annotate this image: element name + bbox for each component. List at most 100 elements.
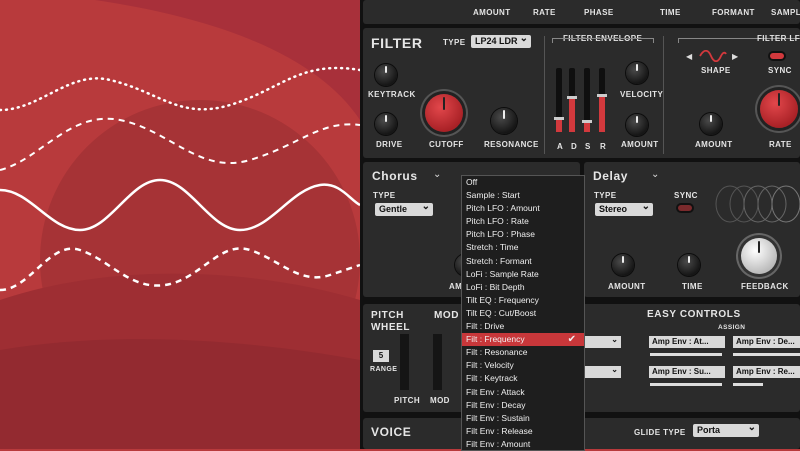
shape-next-icon[interactable]: ▶ [732, 52, 738, 61]
drive-label: DRIVE [376, 140, 403, 149]
menu-item-label: Filt : Resonance [466, 347, 528, 358]
easy-control-slider-4[interactable] [733, 383, 763, 386]
delay-amount-knob[interactable] [612, 254, 634, 276]
menu-item[interactable]: Filt Env : Sustain [462, 412, 584, 425]
release-slider[interactable] [597, 68, 607, 132]
menu-item[interactable]: Pitch LFO : Phase [462, 228, 584, 241]
lfo-rate-label: RATE [769, 140, 792, 149]
slider-label-r: R [600, 142, 607, 151]
sustain-slider[interactable] [582, 68, 592, 132]
menu-item-label: Filt : Velocity [466, 360, 514, 371]
chorus-type-select[interactable]: Gentle [375, 200, 433, 216]
easy-control-slot-4[interactable]: Amp Env : Re... [733, 366, 800, 378]
lfo-sync-label: SYNC [768, 66, 792, 75]
cutoff-knob[interactable] [425, 94, 463, 132]
easy-control-slider-3[interactable] [650, 383, 722, 386]
filter-divider [544, 36, 545, 154]
easy-control-slider-1[interactable] [650, 353, 722, 356]
delay-sync-toggle[interactable] [678, 205, 692, 211]
delay-title: Delay [593, 169, 629, 183]
mod-target-menu: Off Sample : Start Pitch LFO : Amount Pitch… [461, 175, 585, 451]
delay-amount-label: AMOUNT [608, 282, 646, 291]
menu-item[interactable]: Tilt EQ : Frequency [462, 294, 584, 307]
menu-item[interactable]: Pitch LFO : Amount [462, 202, 584, 215]
menu-item[interactable]: Filt : Frequency ✔ [462, 333, 584, 347]
chevron-down-icon: ⌄ [611, 365, 618, 374]
pitch-wheel[interactable] [400, 334, 409, 390]
delay-type-label: TYPE [594, 191, 617, 200]
top-label-amount: AMOUNT [473, 8, 511, 17]
delay-dropdown-icon[interactable]: ⌄ [651, 169, 659, 180]
mod-target-select-1[interactable]: ⌄ [581, 335, 621, 348]
top-label-time: TIME [660, 8, 681, 17]
menu-item-label: Tilt EQ : Frequency [466, 294, 539, 305]
filter-type-select[interactable]: LP24 LDR [471, 32, 531, 48]
slider-label-s: S [585, 142, 591, 151]
shape-prev-icon[interactable]: ◀ [686, 52, 692, 61]
menu-item[interactable]: Pitch LFO : Rate [462, 215, 584, 228]
menu-item[interactable]: Filt Env : Amount [462, 438, 584, 450]
slider-label-d: D [571, 142, 578, 151]
resonance-label: RESONANCE [484, 140, 539, 149]
delay-echo-graphic [715, 185, 800, 223]
mod-wheel[interactable] [433, 334, 442, 390]
menu-item[interactable]: Off [462, 176, 584, 189]
drive-knob[interactable] [375, 113, 397, 135]
glide-type-select[interactable]: Porta [693, 421, 759, 437]
slider-label-a: A [557, 142, 564, 151]
keytrack-knob[interactable] [375, 64, 397, 86]
top-label-formant: FORMANT [712, 8, 755, 17]
sine-shape-icon [699, 50, 727, 62]
filter-title: FILTER [371, 35, 423, 51]
menu-item-label: Filt Env : Attack [466, 386, 525, 397]
delay-type-select[interactable]: Stereo [595, 200, 653, 216]
menu-item[interactable]: Filt : Drive [462, 320, 584, 333]
velocity-knob[interactable] [626, 62, 648, 84]
menu-item[interactable]: Tilt EQ : Cut/Boost [462, 307, 584, 320]
menu-item-label: Off [466, 177, 478, 187]
menu-item-label: Pitch LFO : Amount [466, 203, 540, 214]
menu-item[interactable]: Sample : Start [462, 189, 584, 202]
chorus-dropdown-icon[interactable]: ⌄ [433, 169, 441, 180]
pitch-wheel-title-line1: PITCH [371, 310, 404, 321]
menu-item-label: Tilt EQ : Cut/Boost [466, 307, 537, 318]
menu-item[interactable]: Filt : Keytrack [462, 372, 584, 385]
menu-item[interactable]: Filt Env : Attack [462, 386, 584, 399]
menu-item[interactable]: Filt Env : Decay [462, 399, 584, 412]
easy-control-slider-2[interactable] [733, 353, 800, 356]
lfo-rate-knob[interactable] [760, 90, 798, 128]
menu-item[interactable]: Stretch : Formant [462, 255, 584, 268]
cutoff-label: CUTOFF [429, 140, 464, 149]
menu-item-label: Filt : Keytrack [466, 373, 518, 384]
lfo-sync-toggle[interactable] [770, 53, 784, 59]
attack-slider[interactable] [554, 68, 564, 132]
menu-item-label: Filt Env : Sustain [466, 412, 530, 423]
menu-item-label: Filt Env : Release [466, 425, 533, 436]
lfo-amount-knob[interactable] [700, 113, 722, 135]
decay-slider[interactable] [567, 68, 577, 132]
easy-control-slot-1[interactable]: Amp Env : At... [649, 336, 725, 348]
delay-time-knob[interactable] [678, 254, 700, 276]
menu-item[interactable]: Filt : Velocity [462, 359, 584, 372]
lfo-shape-label: SHAPE [701, 66, 731, 75]
menu-item-label: LoFi : Bit Depth [466, 281, 525, 292]
delay-feedback-knob[interactable] [741, 238, 777, 274]
menu-item-label: Filt : Drive [466, 321, 505, 332]
envelope-amount-knob[interactable] [626, 114, 648, 136]
menu-item-label: Filt : Frequency [466, 334, 525, 345]
resonance-knob[interactable] [491, 108, 517, 134]
mod-target-select-2[interactable]: ⌄ [581, 365, 621, 378]
menu-item[interactable]: LoFi : Sample Rate [462, 268, 584, 281]
filter-type-label: TYPE [443, 38, 466, 47]
menu-item-label: Filt Env : Decay [466, 399, 526, 410]
menu-item[interactable]: LoFi : Bit Depth [462, 281, 584, 294]
menu-item[interactable]: Stretch : Time [462, 241, 584, 254]
pitch-range-value[interactable]: 5 [373, 350, 389, 362]
easy-control-slot-2[interactable]: Amp Env : De... [733, 336, 800, 348]
easy-control-slot-3[interactable]: Amp Env : Su... [649, 366, 725, 378]
mod-wheel-title: MOD [434, 310, 460, 321]
lfo-divider [663, 36, 664, 154]
menu-item[interactable]: Filt : Resonance [462, 346, 584, 359]
menu-item[interactable]: Filt Env : Release [462, 425, 584, 438]
checkmark-icon: ✔ [567, 334, 576, 346]
